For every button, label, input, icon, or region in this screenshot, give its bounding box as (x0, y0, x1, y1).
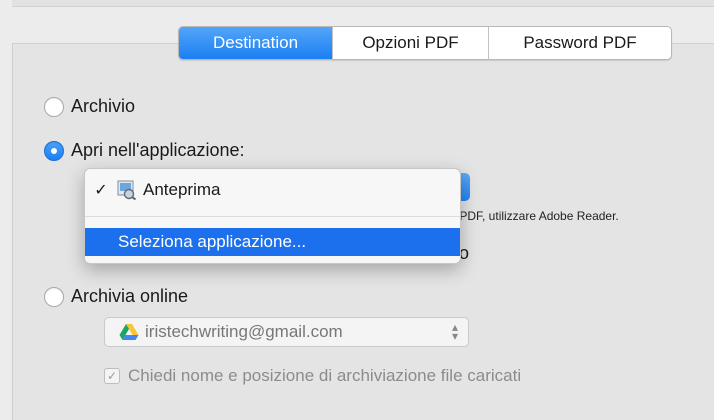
adobe-reader-note: to PDF, utilizzare Adobe Reader. (446, 209, 619, 223)
online-account-value: iristechwriting@gmail.com (145, 322, 343, 341)
ask-name-location-checkbox[interactable]: ✓ (104, 368, 120, 384)
archivio-label: Archivio (71, 96, 136, 116)
tab-opzioni-pdf[interactable]: Opzioni PDF (332, 27, 488, 59)
option-archivia-online[interactable]: Archivia online (44, 286, 188, 307)
tab-bar: Destination Opzioni PDF Password PDF (178, 26, 672, 60)
window-top-edge (12, 0, 714, 7)
checkmark-icon: ✓ (94, 182, 108, 199)
tab-password-pdf[interactable]: Password PDF (488, 27, 671, 59)
ask-name-location-option[interactable]: ✓ Chiedi nome e posizione di archiviazio… (104, 366, 521, 386)
ask-name-location-label: Chiedi nome e posizione di archiviazione… (128, 366, 522, 385)
preview-app-icon (117, 180, 137, 200)
menu-item-anteprima[interactable]: ✓ Anteprima (85, 175, 460, 205)
apri-applicazione-radio[interactable] (44, 140, 64, 161)
option-archivio[interactable]: Archivio (44, 96, 135, 117)
anteprima-label: Anteprima (143, 180, 221, 199)
option-apri-applicazione[interactable]: Apri nell'applicazione: (44, 140, 245, 161)
application-dropdown-menu: ✓ Anteprima Seleziona applicazione... (84, 168, 461, 264)
archivio-radio[interactable] (44, 96, 64, 117)
online-account-select[interactable]: iristechwriting@gmail.com ▴ ▾ (104, 317, 469, 347)
google-drive-icon (119, 324, 139, 340)
menu-separator (85, 216, 460, 217)
tab-destination[interactable]: Destination (179, 27, 332, 59)
archivia-online-radio[interactable] (44, 286, 64, 307)
apri-applicazione-label: Apri nell'applicazione: (71, 140, 245, 160)
archivia-online-label: Archivia online (71, 286, 189, 306)
chevron-updown-icon: ▴ ▾ (451, 320, 458, 343)
menu-item-seleziona-applicazione[interactable]: Seleziona applicazione... (85, 228, 460, 256)
